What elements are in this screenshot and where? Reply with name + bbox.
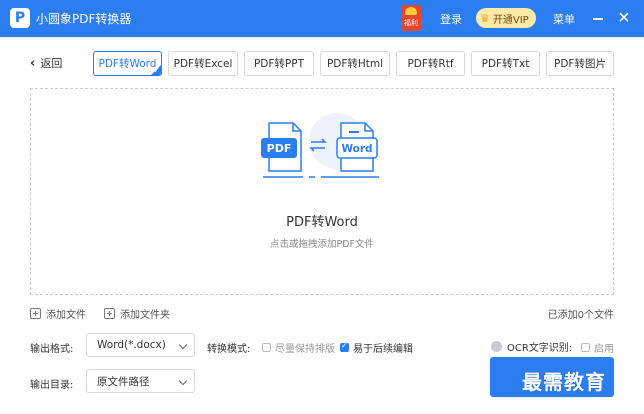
checkbox-icon bbox=[581, 343, 590, 352]
ocr-option: OCR文字识别: bbox=[491, 339, 572, 354]
back-label: 返回 bbox=[40, 57, 63, 70]
tab-pdf-to-html[interactable]: PDF转Html bbox=[320, 51, 390, 76]
help-icon[interactable] bbox=[491, 341, 502, 352]
tab-pdf-to-word[interactable]: PDF转Word ✓ bbox=[93, 51, 162, 76]
easy-edit-checkbox[interactable]: 易于后续编辑 bbox=[340, 340, 413, 355]
output-dir-value: 原文件路径 bbox=[97, 375, 150, 388]
app-title: 小圆象PDF转换器 bbox=[36, 12, 132, 26]
vip-button[interactable]: ♛ 开通VIP bbox=[476, 8, 536, 28]
output-dir-select[interactable]: 原文件路径 bbox=[86, 369, 195, 393]
checkbox-icon bbox=[262, 343, 271, 352]
tab-pdf-to-excel[interactable]: PDF转Excel bbox=[168, 51, 238, 76]
added-file-count: 已添加0个文件 bbox=[547, 310, 614, 321]
keep-layout-checkbox[interactable]: 尽量保持排版 bbox=[262, 340, 335, 355]
tab-label: PDF转图片 bbox=[554, 58, 606, 70]
tab-label: PDF转Excel bbox=[173, 58, 233, 70]
svg-text:PDF: PDF bbox=[267, 142, 292, 155]
vip-label: 开通VIP bbox=[492, 14, 529, 26]
file-drop-zone[interactable]: PDF Word PDF转Word 点击或拖拽添加PDF文件 bbox=[30, 88, 614, 295]
ocr-label: OCR文字识别: bbox=[507, 343, 573, 354]
output-format-value: Word(*.docx) bbox=[97, 339, 166, 351]
add-file-button[interactable]: 添加文件 bbox=[30, 306, 86, 321]
add-folder-icon bbox=[104, 308, 115, 319]
tab-label: PDF转Word bbox=[98, 58, 157, 70]
easy-edit-label: 易于后续编辑 bbox=[353, 344, 413, 355]
tab-label: PDF转Rtf bbox=[407, 58, 454, 70]
gift-icon[interactable]: 福利 bbox=[401, 5, 421, 31]
checkbox-checked-icon bbox=[340, 341, 349, 352]
tab-pdf-to-image[interactable]: PDF转图片 bbox=[546, 51, 614, 76]
tab-label: PDF转Txt bbox=[481, 58, 530, 70]
title-bar: P 小圆象PDF转换器 福利 登录 ♛ 开通VIP 菜单 ✕ bbox=[0, 0, 644, 37]
keep-layout-label: 尽量保持排版 bbox=[275, 344, 335, 355]
add-file-label: 添加文件 bbox=[46, 310, 86, 321]
close-icon[interactable]: ✕ bbox=[617, 8, 631, 28]
menu-button[interactable]: 菜单 bbox=[553, 11, 575, 27]
ocr-enable-checkbox[interactable]: 启用 bbox=[581, 340, 614, 355]
tab-pdf-to-ppt[interactable]: PDF转PPT bbox=[244, 51, 314, 76]
minimize-icon[interactable] bbox=[591, 8, 605, 28]
chevron-down-icon bbox=[178, 340, 188, 350]
tab-pdf-to-rtf[interactable]: PDF转Rtf bbox=[396, 51, 465, 76]
crown-icon: ♛ bbox=[480, 11, 490, 25]
add-folder-button[interactable]: 添加文件夹 bbox=[104, 306, 170, 321]
back-button[interactable]: ‹ 返回 bbox=[30, 55, 62, 71]
login-button[interactable]: 登录 bbox=[440, 11, 462, 27]
add-file-icon bbox=[30, 308, 41, 319]
chevron-down-icon bbox=[178, 376, 188, 386]
chevron-left-icon: ‹ bbox=[30, 55, 36, 71]
convert-mode-label: 转换模式: bbox=[207, 344, 251, 355]
tab-pdf-to-txt[interactable]: PDF转Txt bbox=[471, 51, 540, 76]
output-format-select[interactable]: Word(*.docx) bbox=[86, 333, 195, 357]
tab-label: PDF转Html bbox=[326, 58, 384, 70]
drop-zone-hint: 点击或拖拽添加PDF文件 bbox=[269, 239, 374, 250]
svg-text:Word: Word bbox=[341, 143, 372, 155]
pdf-to-word-icon: PDF Word bbox=[261, 113, 379, 178]
output-dir-label: 输出目录: bbox=[30, 380, 74, 391]
tab-label: PDF转PPT bbox=[253, 58, 305, 70]
ocr-enable-label: 启用 bbox=[594, 344, 614, 355]
add-folder-label: 添加文件夹 bbox=[120, 310, 170, 321]
output-format-label: 输出格式: bbox=[30, 344, 74, 355]
drop-zone-title: PDF转Word bbox=[286, 215, 358, 230]
app-logo-icon: P bbox=[10, 8, 30, 28]
gift-label: 福利 bbox=[404, 19, 418, 27]
watermark: 最需教育 bbox=[522, 370, 606, 394]
